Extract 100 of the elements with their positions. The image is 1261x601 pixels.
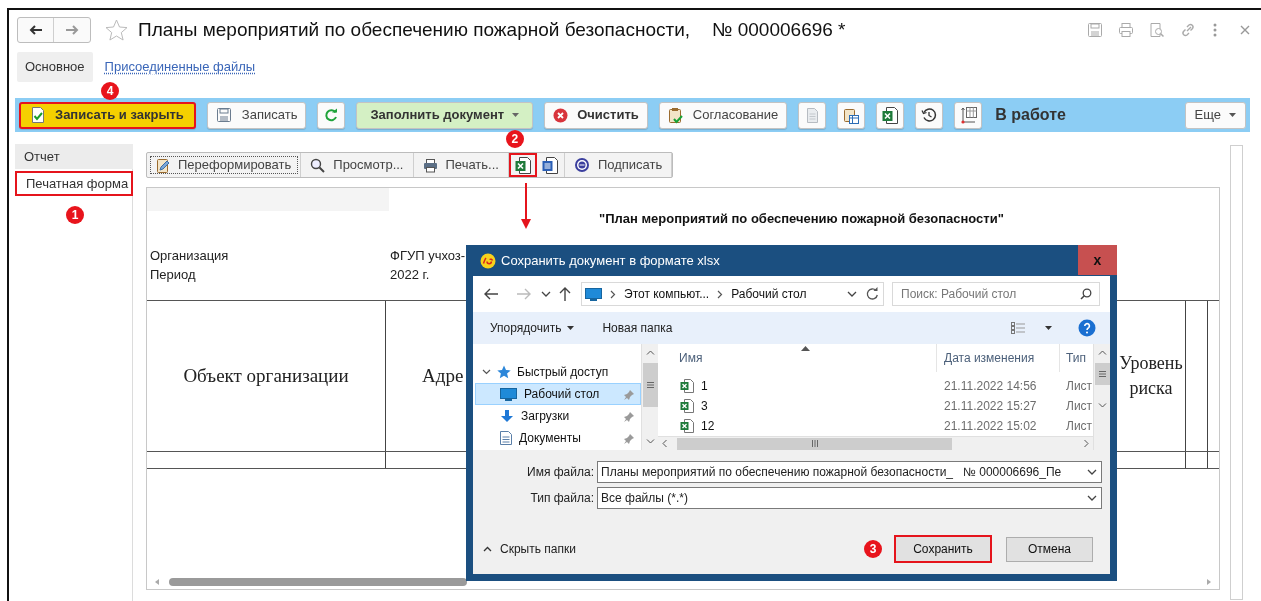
tree-item[interactable]: Рабочий стол: [475, 383, 641, 405]
vertical-scrollbar[interactable]: [1093, 344, 1110, 450]
report-button[interactable]: Печать...: [413, 153, 509, 177]
tree-item[interactable]: Документы: [475, 427, 641, 449]
save-button[interactable]: Сохранить: [894, 535, 992, 563]
pin-icon: [624, 388, 634, 400]
step-number-badge: 1: [66, 206, 84, 224]
file-name: 12: [701, 418, 715, 435]
list-view-icon: [1011, 322, 1025, 334]
breadcrumb[interactable]: Этот компьют...: [624, 285, 710, 303]
tree-item[interactable]: Загрузки: [475, 405, 641, 427]
breadcrumb[interactable]: Рабочий стол: [731, 285, 807, 303]
scroll-up-icon: [645, 350, 655, 355]
arrow-left-icon[interactable]: [483, 288, 499, 300]
spreadsheet-icon: [680, 379, 694, 393]
file-row[interactable]: 1 21.11.2022 14:56 Лист: [658, 376, 1093, 396]
document-number: № 000006696 *: [712, 17, 846, 42]
scrollbar-thumb[interactable]: [1094, 363, 1110, 385]
chevron-down-icon: [541, 291, 551, 297]
file-name: 1: [701, 378, 708, 395]
file-row[interactable]: 12 21.11.2022 15:02 Лист: [658, 416, 1093, 436]
history-icon: [921, 107, 938, 123]
report-button[interactable]: Подписать: [564, 153, 673, 177]
icon-button[interactable]: [876, 101, 905, 129]
column-header[interactable]: Дата изменения: [944, 349, 1035, 367]
seal-icon: [573, 157, 590, 173]
report-button[interactable]: Просмотр...: [301, 153, 414, 177]
scroll-up-icon: [1097, 350, 1107, 355]
step-number-badge: 3: [864, 540, 882, 558]
star-icon[interactable]: [105, 19, 128, 41]
file-name-combo[interactable]: Планы мероприятий по обеспечению пожарной безопасности_ № 000006696_Пе: [597, 461, 1102, 483]
tab[interactable]: Присоединенные файлы: [96, 52, 264, 82]
file-name: 3: [701, 398, 708, 415]
scroll-right-icon: [1207, 579, 1211, 585]
document-icon: [500, 431, 512, 445]
grip-icon: [1098, 371, 1106, 377]
fill-document-button[interactable]: Заполнить документ: [356, 101, 534, 129]
icon-button[interactable]: [508, 153, 537, 177]
pin-icon: [624, 410, 634, 422]
help-icon[interactable]: [1078, 319, 1096, 337]
file-row[interactable]: 3 21.11.2022 15:27 Лист: [658, 396, 1093, 416]
chevron-down-icon: [847, 291, 857, 297]
cancel-button[interactable]: Отмена: [1006, 536, 1093, 562]
tree-item[interactable]: Быстрый доступ: [475, 361, 641, 383]
document-pencil-icon: [156, 156, 170, 174]
side-panel-item[interactable]: Печатная форма: [15, 171, 133, 196]
star-icon: [497, 365, 511, 379]
vertical-scrollbar[interactable]: [1230, 145, 1243, 600]
clipboard-check-icon: [667, 106, 683, 124]
icon-button[interactable]: [837, 101, 866, 129]
refresh-icon[interactable]: [865, 287, 879, 301]
view-options-button[interactable]: [1011, 322, 1052, 334]
file-date: 21.11.2022 14:56: [943, 378, 1038, 395]
chevron-right-icon: [610, 289, 616, 299]
clear-icon: [553, 107, 569, 123]
printer-icon: [422, 157, 438, 173]
step-number-badge: 2: [505, 130, 524, 148]
chevron-up-icon: [483, 546, 492, 552]
file-date: 21.11.2022 15:27: [943, 398, 1038, 415]
pin-icon: [624, 432, 634, 444]
scrollbar-thumb[interactable]: [677, 437, 952, 450]
tab[interactable]: Основное: [17, 52, 93, 82]
scrollbar-thumb[interactable]: [642, 363, 658, 407]
column-header[interactable]: Имя: [679, 349, 703, 367]
scrollbar-thumb[interactable]: [169, 578, 467, 586]
chevron-down-icon: [1087, 495, 1097, 501]
arrow-left-icon: [28, 25, 43, 35]
toolbar-button[interactable]: Записать: [206, 101, 307, 129]
side-panel-item[interactable]: Отчет: [15, 144, 133, 169]
toolbar-button[interactable]: Очистить: [544, 101, 648, 129]
save-and-close-button[interactable]: Записать и закрыть: [19, 101, 196, 129]
file-date: 21.11.2022 15:02: [943, 418, 1038, 435]
address-bar[interactable]: Этот компьют... Рабочий стол: [581, 282, 884, 306]
horizontal-scrollbar[interactable]: [658, 436, 1093, 450]
arrow-up-icon[interactable]: [559, 286, 571, 302]
chevron-down-icon: [1087, 469, 1097, 475]
command-button[interactable]: Новая папка: [602, 319, 673, 337]
report-button[interactable]: Переформировать: [147, 153, 302, 177]
scroll-left-icon: [662, 439, 667, 448]
icon-button[interactable]: [954, 101, 983, 129]
app-logo-icon: [480, 252, 496, 269]
document-icon: [805, 107, 820, 123]
command-button[interactable]: Упорядочить: [490, 319, 575, 337]
hide-folders-button[interactable]: Скрыть папки: [483, 540, 576, 558]
file-type-combo[interactable]: Все файлы (*.*): [597, 487, 1102, 509]
more-button[interactable]: Еще: [1184, 101, 1246, 129]
column-header[interactable]: Тип: [1066, 349, 1086, 367]
scroll-left-icon: [155, 579, 159, 585]
search-field[interactable]: Поиск: Рабочий стол: [892, 282, 1100, 306]
step-number-badge: 4: [101, 81, 119, 100]
monitor-icon: [500, 387, 517, 401]
chevron-right-icon: [717, 289, 724, 299]
sort-ascending-icon: [801, 346, 810, 351]
column-header: Объект организации: [183, 363, 349, 388]
vertical-scrollbar[interactable]: [641, 344, 658, 450]
close-button[interactable]: x: [1078, 245, 1117, 275]
page-magnifier-icon: [1149, 22, 1165, 38]
toolbar-button[interactable]: Согласование: [658, 101, 788, 129]
spreadsheet-icon: [514, 156, 531, 174]
icon-button[interactable]: [915, 101, 944, 129]
